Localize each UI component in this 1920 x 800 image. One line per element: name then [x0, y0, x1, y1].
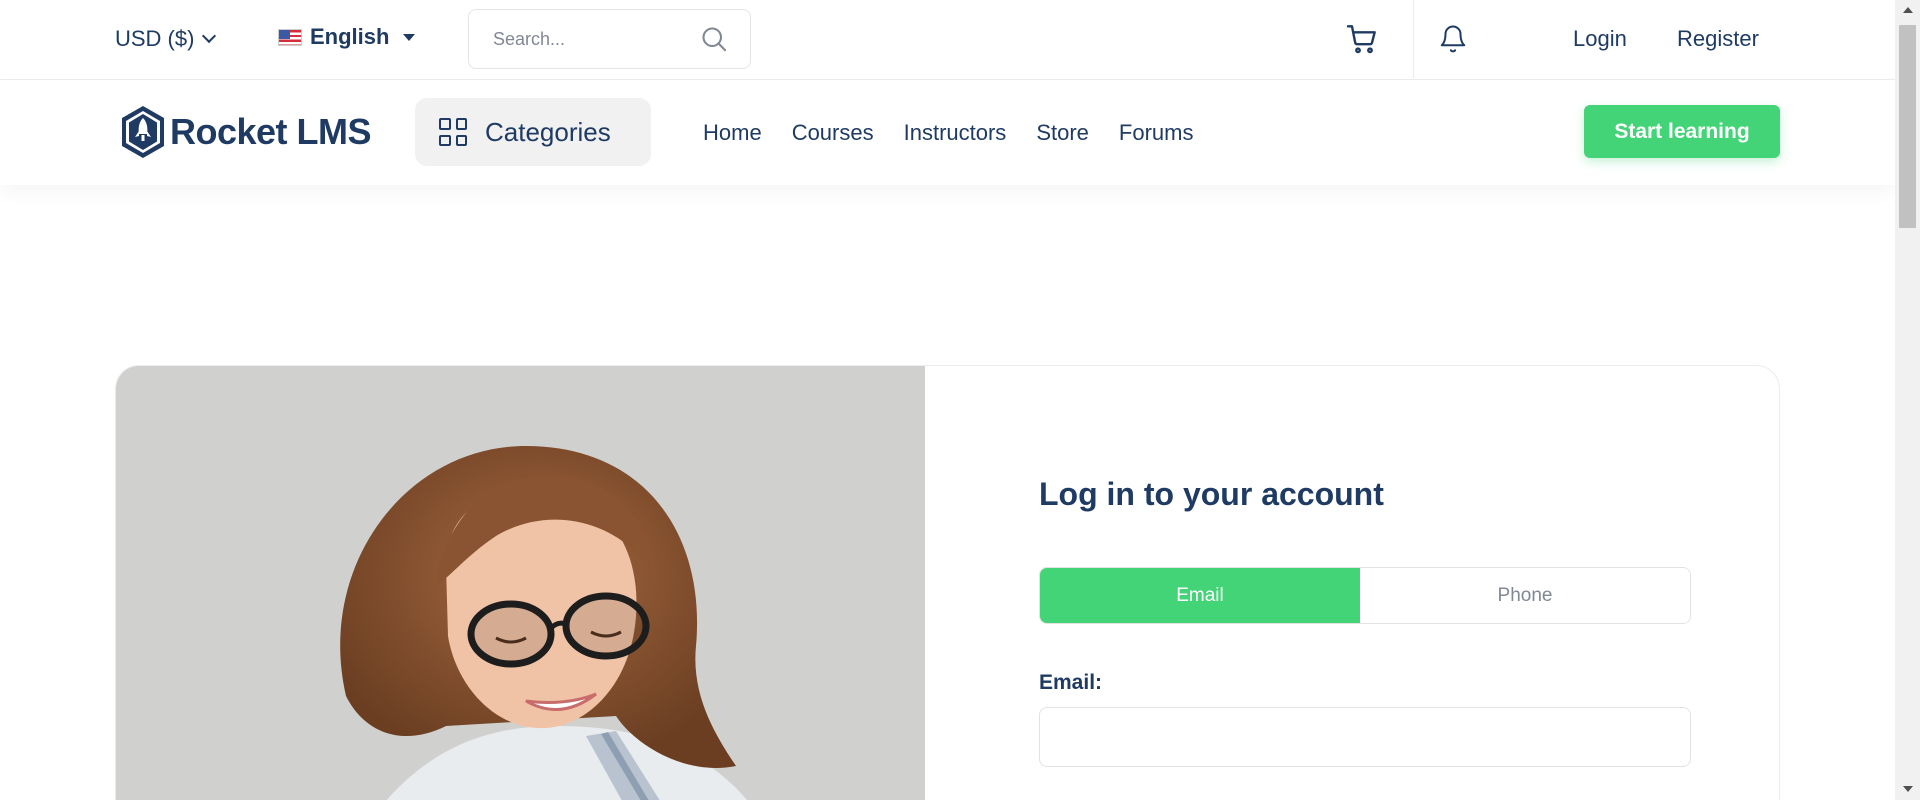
form-title: Log in to your account	[1039, 476, 1384, 512]
hero-photo	[116, 366, 925, 800]
nav-home[interactable]: Home	[703, 120, 762, 146]
bell-icon[interactable]	[1437, 22, 1469, 56]
email-field-wrapper	[1039, 707, 1691, 767]
language-label: English	[310, 24, 390, 49]
divider	[1413, 0, 1414, 78]
search-icon[interactable]	[700, 25, 728, 53]
currency-label: USD ($)	[115, 26, 195, 51]
categories-label: Categories	[485, 116, 611, 147]
login-link[interactable]: Login	[1573, 26, 1627, 52]
logo-text: Rocket LMS	[170, 111, 372, 152]
cart-icon[interactable]	[1345, 22, 1379, 56]
scroll-down-arrow-icon[interactable]	[1903, 786, 1913, 792]
tab-email[interactable]: Email	[1040, 568, 1360, 623]
register-link[interactable]: Register	[1677, 26, 1759, 52]
nav-forums[interactable]: Forums	[1119, 120, 1194, 146]
scroll-thumb[interactable]	[1899, 25, 1916, 228]
logo[interactable]: Rocket LMS	[118, 104, 372, 160]
email-field[interactable]	[1040, 708, 1690, 766]
search-input[interactable]	[493, 28, 700, 50]
nav-instructors[interactable]: Instructors	[904, 120, 1007, 146]
login-card: Log in to your account Email Phone Email…	[115, 365, 1780, 800]
chevron-down-icon	[202, 28, 217, 44]
woman-illustration	[116, 366, 925, 800]
email-label: Email:	[1039, 671, 1103, 694]
nav-store[interactable]: Store	[1036, 120, 1089, 146]
scroll-up-arrow-icon[interactable]	[1903, 7, 1913, 13]
language-selector[interactable]: English	[278, 24, 416, 50]
start-learning-button[interactable]: Start learning	[1584, 105, 1780, 158]
caret-down-icon	[403, 33, 416, 41]
main-menu: Home Courses Instructors Store Forums	[703, 120, 1193, 146]
us-flag-icon	[278, 28, 302, 46]
grid-icon	[439, 118, 467, 146]
login-method-tabs: Email Phone	[1039, 567, 1691, 624]
page-scrollbar[interactable]	[1895, 0, 1920, 800]
categories-button[interactable]: Categories	[415, 98, 651, 166]
nav-courses[interactable]: Courses	[792, 120, 874, 146]
search-box	[468, 9, 751, 69]
rocket-logo-icon	[122, 106, 164, 158]
main-navbar: Rocket LMS Categories Home Courses Instr…	[0, 80, 1895, 185]
currency-selector[interactable]: USD ($)	[115, 26, 217, 52]
top-bar: USD ($) English Login Register	[0, 0, 1895, 80]
tab-phone[interactable]: Phone	[1360, 568, 1690, 623]
